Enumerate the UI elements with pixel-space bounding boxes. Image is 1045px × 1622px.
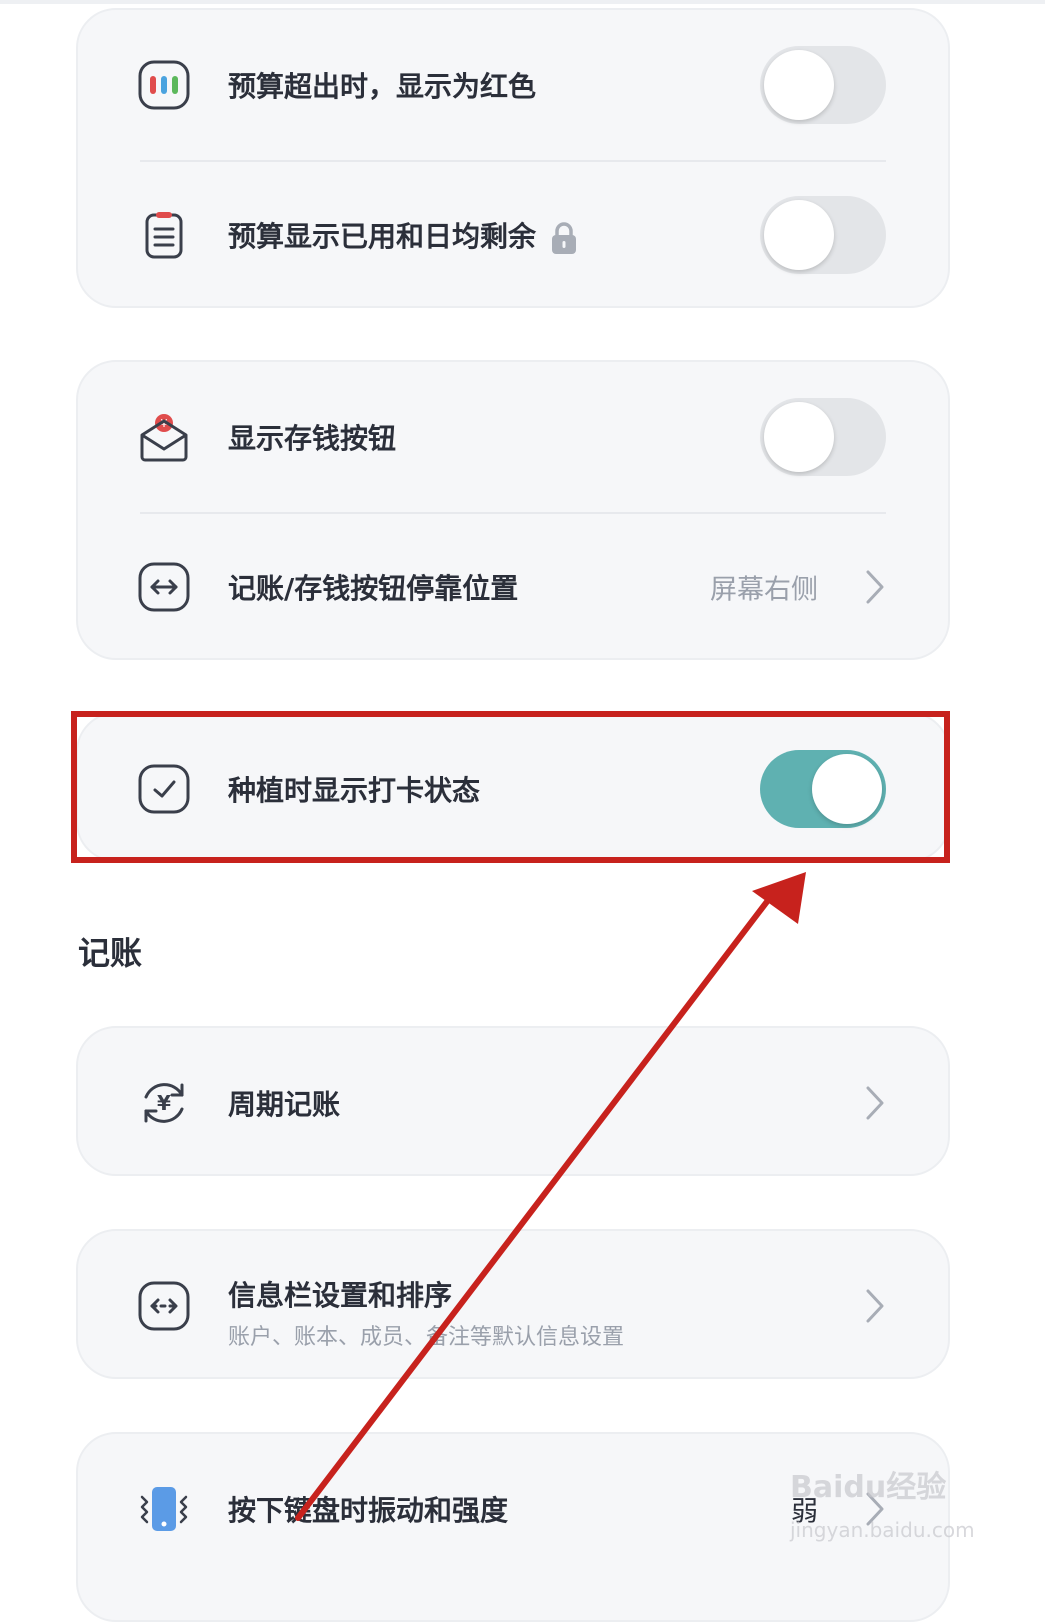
button-position-value: 屏幕右侧 xyxy=(710,574,818,606)
toggle-knob xyxy=(764,200,834,270)
vibration-row[interactable]: 按下键盘时振动和强度 弱 xyxy=(78,1434,948,1584)
section-title: 记账 xyxy=(78,934,143,972)
recurring-row[interactable]: ¥ 周期记账 xyxy=(78,1028,948,1178)
savings-envelope-icon: ¥ xyxy=(140,414,188,462)
watermark-site: jingyan.baidu.com xyxy=(790,1518,975,1542)
budget-remaining-label-wrap: 预算显示已用和日均剩余 xyxy=(228,215,578,255)
vibration-label: 按下键盘时振动和强度 xyxy=(228,1494,509,1527)
chevron-right-icon xyxy=(866,1086,884,1120)
infobar-row[interactable]: 信息栏设置和排序 账户、账本、成员、备注等默认信息设置 xyxy=(78,1231,948,1381)
chevron-right-icon xyxy=(866,570,884,604)
phone-vibrate-icon xyxy=(140,1487,188,1531)
recurring-card[interactable]: ¥ 周期记账 xyxy=(76,1026,950,1176)
budget-remaining-row[interactable]: 预算显示已用和日均剩余 xyxy=(78,160,948,310)
savings-settings-card: ¥ 显示存钱按钮 记账/存钱按钮停靠位置 屏幕右侧 xyxy=(76,360,950,660)
budget-red-toggle[interactable] xyxy=(760,46,886,124)
lock-icon xyxy=(552,222,577,254)
chevron-right-icon xyxy=(866,1289,884,1323)
annotation-highlight-box xyxy=(71,711,950,863)
clipboard-icon xyxy=(145,212,183,259)
budget-remaining-label: 预算显示已用和日均剩余 xyxy=(228,220,537,253)
infobar-label: 信息栏设置和排序 xyxy=(228,1279,453,1312)
svg-text:¥: ¥ xyxy=(157,1091,171,1115)
swap-arrows-icon xyxy=(138,1281,190,1331)
button-position-row[interactable]: 记账/存钱按钮停靠位置 屏幕右侧 xyxy=(78,512,948,662)
infobar-card[interactable]: 信息栏设置和排序 账户、账本、成员、备注等默认信息设置 xyxy=(76,1229,950,1379)
toggle-knob xyxy=(764,50,834,120)
watermark-brand: Baidu经验 xyxy=(790,1470,947,1505)
show-savings-label: 显示存钱按钮 xyxy=(228,422,397,455)
show-savings-toggle[interactable] xyxy=(760,398,886,476)
budget-settings-card: 预算超出时，显示为红色 预算显示已用和日均剩余 xyxy=(76,8,950,308)
infobar-sub: 账户、账本、成员、备注等默认信息设置 xyxy=(228,1325,625,1350)
button-position-label: 记账/存钱按钮停靠位置 xyxy=(228,572,519,605)
show-savings-row[interactable]: ¥ 显示存钱按钮 xyxy=(78,362,948,512)
toggle-knob xyxy=(764,402,834,472)
budget-remaining-toggle[interactable] xyxy=(760,196,886,274)
budget-red-label: 预算超出时，显示为红色 xyxy=(228,70,537,103)
recurring-yen-icon: ¥ xyxy=(144,1083,184,1123)
recurring-label: 周期记账 xyxy=(228,1088,341,1121)
swap-arrows-icon xyxy=(138,562,190,612)
budget-red-row[interactable]: 预算超出时，显示为红色 xyxy=(78,10,948,160)
budget-bars-icon xyxy=(138,60,190,110)
top-divider xyxy=(0,0,1045,4)
